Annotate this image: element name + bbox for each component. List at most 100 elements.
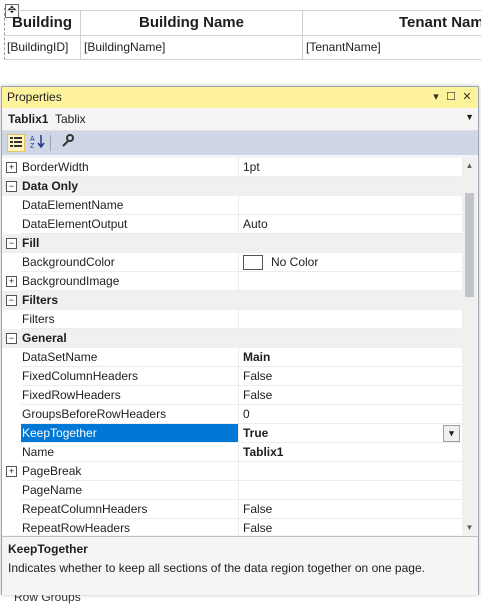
header-cell-tenant-name[interactable]: Tenant Nam <box>303 11 481 35</box>
property-category[interactable]: − General <box>2 329 462 348</box>
property-row[interactable]: Filters <box>2 310 462 329</box>
property-value-text: Tablix1 <box>243 445 284 459</box>
scroll-down-icon[interactable]: ▼ <box>462 520 477 535</box>
property-value-text: Auto <box>243 217 268 231</box>
description-title: KeepTogether <box>8 542 88 556</box>
property-row[interactable]: Name Tablix1 <box>2 443 462 462</box>
detail-cell-building-id[interactable]: [BuildingID] <box>4 35 81 59</box>
property-category[interactable]: − Data Only <box>2 177 462 196</box>
property-name: DataElementOutput <box>21 215 238 234</box>
object-name: Tablix1 <box>8 112 49 126</box>
detail-cell-building-name[interactable]: [BuildingName] <box>81 35 303 59</box>
expand-icon[interactable]: + <box>6 276 17 287</box>
maximize-icon[interactable]: ☐ <box>444 90 458 104</box>
property-category[interactable]: − Filters <box>2 291 462 310</box>
property-value[interactable] <box>238 481 462 500</box>
property-value[interactable]: Tablix1 <box>238 443 462 462</box>
object-selector[interactable]: Tablix1 Tablix ▼ <box>2 108 478 131</box>
object-type: Tablix <box>55 112 86 126</box>
value-dropdown-icon[interactable]: ▾ <box>443 425 460 442</box>
property-name: DataSetName <box>21 348 238 367</box>
property-value[interactable] <box>238 196 462 215</box>
property-name: GroupsBeforeRowHeaders <box>21 405 238 424</box>
property-row[interactable]: DataSetName Main <box>2 348 462 367</box>
properties-title-bar[interactable]: Properties ▾ ☐ ✕ <box>2 87 478 108</box>
dropdown-arrow-icon[interactable]: ▼ <box>465 112 474 122</box>
alphabetical-icon[interactable]: AZ <box>29 134 47 152</box>
property-description-panel: KeepTogether Indicates whether to keep a… <box>2 536 478 595</box>
property-value[interactable]: False <box>238 500 462 519</box>
properties-toolbar: AZ <box>2 131 478 155</box>
property-pages-icon[interactable] <box>58 134 76 152</box>
description-text: Indicates whether to keep all sections o… <box>8 561 425 575</box>
svg-text:Z: Z <box>30 143 35 148</box>
property-name: PageBreak <box>21 462 238 481</box>
property-value[interactable]: False <box>238 367 462 386</box>
property-grid[interactable]: + BorderWidth 1pt − Data Only DataElementName… <box>2 158 462 535</box>
property-row[interactable]: BackgroundColor No Color <box>2 253 462 272</box>
property-value[interactable]: Main <box>238 348 462 367</box>
property-row[interactable]: GroupsBeforeRowHeaders 0 <box>2 405 462 424</box>
property-value-text: 1pt <box>243 160 260 174</box>
property-value[interactable]: False <box>238 519 462 535</box>
property-row[interactable]: + BorderWidth 1pt <box>2 158 462 177</box>
property-value-text: 0 <box>243 407 250 421</box>
property-value-text: True <box>243 426 269 440</box>
pin-icon[interactable]: ▾ <box>429 90 443 104</box>
property-value[interactable] <box>238 310 462 329</box>
expand-icon[interactable]: + <box>6 162 17 173</box>
property-value[interactable]: Auto <box>238 215 462 234</box>
property-value[interactable]: True ▾ <box>238 424 462 443</box>
header-cell-building[interactable]: Building <box>4 11 81 35</box>
property-row[interactable]: KeepTogether True ▾ <box>2 424 462 443</box>
tablix-detail-row: [BuildingID] [BuildingName] [TenantName] <box>4 35 481 60</box>
expand-icon[interactable]: + <box>6 466 17 477</box>
category-label: Fill <box>22 236 40 250</box>
property-name: BorderWidth <box>21 158 238 177</box>
property-value-text: No Color <box>271 255 319 269</box>
collapse-icon[interactable]: − <box>6 295 17 306</box>
property-row[interactable]: FixedColumnHeaders False <box>2 367 462 386</box>
property-value-text: False <box>243 369 273 383</box>
property-value[interactable] <box>238 272 462 291</box>
property-row[interactable]: + BackgroundImage <box>2 272 462 291</box>
property-name: RepeatRowHeaders <box>21 519 238 535</box>
collapse-icon[interactable]: − <box>6 333 17 344</box>
scrollbar-thumb[interactable] <box>465 193 474 297</box>
property-name: KeepTogether <box>21 424 238 443</box>
property-value[interactable]: 1pt <box>238 158 462 177</box>
detail-cell-tenant-name[interactable]: [TenantName] <box>303 35 481 59</box>
property-name: PageName <box>21 481 238 500</box>
property-row[interactable]: FixedRowHeaders False <box>2 386 462 405</box>
property-name: Filters <box>21 310 238 329</box>
property-category[interactable]: − Fill <box>2 234 462 253</box>
property-value[interactable]: No Color <box>238 253 462 272</box>
property-row[interactable]: DataElementOutput Auto <box>2 215 462 234</box>
collapse-icon[interactable]: − <box>6 181 17 192</box>
property-name: FixedColumnHeaders <box>21 367 238 386</box>
property-row[interactable]: + PageBreak <box>2 462 462 481</box>
property-value[interactable]: 0 <box>238 405 462 424</box>
property-grid-scrollbar[interactable]: ▲ ▼ <box>462 158 477 535</box>
property-row[interactable]: PageName <box>2 481 462 500</box>
category-label: Data Only <box>22 179 79 193</box>
property-row[interactable]: DataElementName <box>2 196 462 215</box>
category-label: General <box>22 331 67 345</box>
close-icon[interactable]: ✕ <box>460 90 474 104</box>
property-value[interactable] <box>238 462 462 481</box>
categorized-icon[interactable] <box>7 134 25 152</box>
property-value-text: False <box>243 521 273 535</box>
header-cell-building-name[interactable]: Building Name <box>81 11 303 35</box>
property-name: RepeatColumnHeaders <box>21 500 238 519</box>
scroll-up-icon[interactable]: ▲ <box>462 158 477 173</box>
property-row[interactable]: RepeatRowHeaders False <box>2 519 462 535</box>
property-row[interactable]: RepeatColumnHeaders False <box>2 500 462 519</box>
property-name: BackgroundImage <box>21 272 238 291</box>
property-value-text: False <box>243 502 273 516</box>
toolbar-separator <box>50 135 51 151</box>
collapse-icon[interactable]: − <box>6 238 17 249</box>
property-value[interactable]: False <box>238 386 462 405</box>
color-swatch <box>243 255 263 271</box>
tablix-header-row: Building Building Name Tenant Nam <box>4 10 481 36</box>
category-label: Filters <box>22 293 59 307</box>
